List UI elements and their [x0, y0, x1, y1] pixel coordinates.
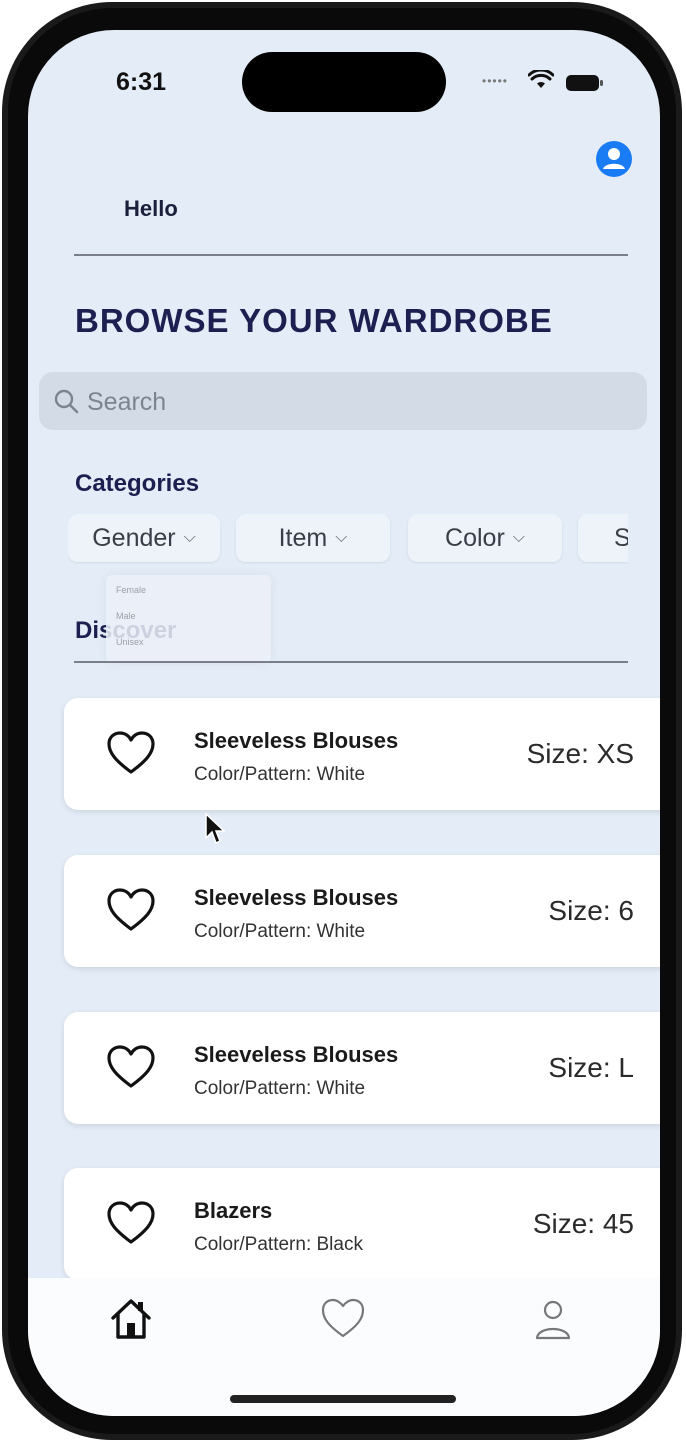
status-bar: 6:31 •••••	[28, 30, 660, 140]
page-title: BROWSE YOUR WARDROBE	[75, 302, 553, 339]
greeting-text: Hello	[124, 196, 178, 221]
filter-gender-dropdown[interactable]: Gender ⌵	[68, 514, 220, 562]
dropdown-option-female[interactable]: Female	[116, 585, 146, 595]
discover-divider	[74, 661, 628, 663]
chevron-down-icon: ⌵	[183, 529, 196, 546]
item-size: Size: 45	[532, 1208, 634, 1239]
item-color: Color/Pattern: White	[194, 1078, 366, 1099]
wardrobe-item-card[interactable]: Sleeveless Blouses Color/Pattern: White …	[64, 855, 660, 967]
heart-icon[interactable]	[106, 730, 156, 776]
filter-gender-label: Gender	[92, 523, 176, 552]
item-color: Color/Pattern: White	[194, 764, 366, 785]
app-screen: 6:31 ••••• Hello BROWSE YOUR WARDROBE Ca…	[28, 30, 660, 1416]
item-name: Sleeveless Blouses	[194, 1042, 399, 1067]
dynamic-island	[242, 52, 446, 112]
item-name: Sleeveless Blouses	[194, 728, 399, 753]
dropdown-option-male[interactable]: Male	[116, 611, 136, 621]
search-input[interactable]	[85, 380, 629, 424]
chevron-down-icon: ⌵	[512, 529, 525, 546]
heart-icon[interactable]	[106, 887, 156, 933]
profile-icon[interactable]	[596, 141, 632, 177]
favorites-heart-icon[interactable]	[320, 1296, 366, 1342]
mouse-cursor-icon	[205, 812, 226, 845]
item-color: Color/Pattern: Black	[194, 1234, 363, 1255]
category-filter-row: Gender ⌵ Item ⌵ Color ⌵ S	[68, 514, 628, 564]
wardrobe-item-card[interactable]: Sleeveless Blouses Color/Pattern: White …	[64, 1012, 660, 1124]
wardrobe-item-card[interactable]: Sleeveless Blouses Color/Pattern: White …	[64, 698, 660, 810]
header-divider	[74, 254, 628, 256]
home-indicator[interactable]	[230, 1395, 456, 1403]
filter-color-dropdown[interactable]: Color ⌵	[408, 514, 562, 562]
dropdown-option-unisex[interactable]: Unisex	[116, 637, 144, 647]
filter-item-dropdown[interactable]: Item ⌵	[236, 514, 390, 562]
signal-icon: •••••	[482, 74, 509, 88]
filter-size-label: S	[614, 523, 628, 552]
filter-color-label: Color	[445, 523, 505, 552]
bottom-tab-bar	[28, 1278, 660, 1416]
home-icon[interactable]	[108, 1296, 154, 1342]
wifi-icon	[528, 70, 554, 88]
item-size: Size: 6	[548, 895, 634, 926]
heart-icon[interactable]	[106, 1200, 156, 1246]
filter-item-label: Item	[278, 523, 328, 552]
categories-heading: Categories	[75, 470, 200, 497]
item-name: Sleeveless Blouses	[194, 885, 399, 910]
item-size: Size: XS	[526, 738, 634, 769]
item-name: Blazers	[194, 1198, 273, 1223]
gender-dropdown-menu: Female Male Unisex	[106, 575, 271, 663]
item-size: Size: L	[548, 1052, 634, 1083]
person-icon[interactable]	[530, 1296, 576, 1342]
wardrobe-item-card[interactable]: Blazers Color/Pattern: Black Size: 45	[64, 1168, 660, 1280]
status-time: 6:31	[116, 68, 167, 96]
search-icon	[54, 389, 79, 414]
heart-icon[interactable]	[106, 1044, 156, 1090]
filter-size-dropdown[interactable]: S	[578, 514, 628, 562]
search-bar[interactable]	[39, 372, 647, 430]
item-color: Color/Pattern: White	[194, 921, 366, 942]
battery-icon	[566, 75, 603, 91]
chevron-down-icon: ⌵	[335, 529, 348, 546]
